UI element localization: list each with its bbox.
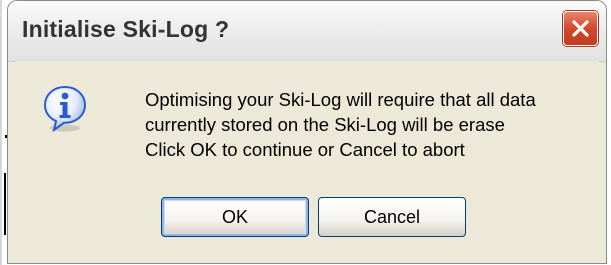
background-window-edge xyxy=(0,0,2,265)
title-bar[interactable]: Initialise Ski-Log ? xyxy=(8,1,606,62)
dialog-body: Optimising your Ski-Log will require tha… xyxy=(15,61,599,263)
close-button[interactable] xyxy=(563,11,598,46)
dialog-message: Optimising your Ski-Log will require tha… xyxy=(145,87,536,162)
message-line: Optimising your Ski-Log will require tha… xyxy=(145,89,536,110)
dialog-title: Initialise Ski-Log ? xyxy=(22,16,230,42)
information-icon xyxy=(43,85,87,132)
background-mark xyxy=(4,173,6,235)
ok-button[interactable]: OK xyxy=(161,197,309,237)
dialog-window: Initialise Ski-Log ? Optimising your Ski… xyxy=(8,1,606,263)
close-icon xyxy=(572,20,589,37)
message-line: Click OK to continue or Cancel to abort xyxy=(145,139,465,160)
message-line: currently stored on the Ski-Log will be … xyxy=(145,114,505,135)
cancel-button[interactable]: Cancel xyxy=(318,197,466,237)
